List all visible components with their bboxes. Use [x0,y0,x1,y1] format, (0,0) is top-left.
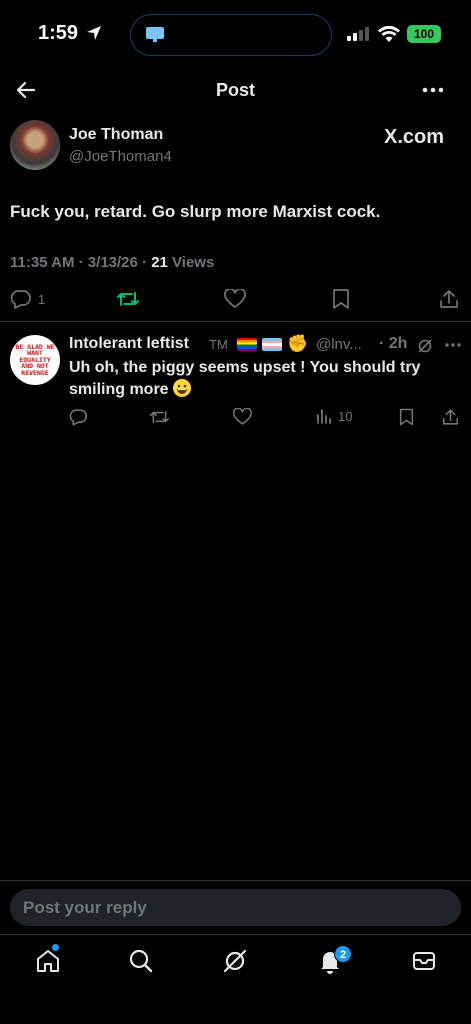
more-options-icon[interactable] [422,82,444,98]
cellular-signal-icon [347,27,369,41]
avatar-slogan: BE GLAD WE WANT EQUALITY AND NOT REVENGE [15,342,55,377]
trans-flag-icon [262,338,282,351]
home-unread-dot [52,944,59,951]
dynamic-island[interactable] [130,14,332,56]
rainbow-flag-icon [237,338,257,351]
reply-more-icon[interactable] [444,342,462,348]
repost-action[interactable] [116,289,140,309]
status-time: 1:59 [38,22,79,44]
trademark-label: TM [209,337,228,352]
reply-author-handle[interactable]: @lnv... [316,336,362,353]
author-avatar[interactable] [10,120,60,170]
status-bar: 1:59 100 [0,0,471,70]
share-icon [442,409,459,425]
raised-fist-icon: ✊ [287,334,309,353]
reply-action[interactable]: 1 [10,289,45,309]
repost-icon [117,292,139,306]
search-icon[interactable] [127,947,155,975]
bookmark-icon [333,289,349,309]
composer-divider [0,880,471,881]
reply-input[interactable]: Post your reply [10,889,461,926]
bottom-tab-bar: 2 [0,934,471,1024]
reply-header: Intolerant leftist TM ✊ @lnv... · 2h [69,334,464,357]
author-handle[interactable]: @JoeThoman4 [69,148,172,165]
post-text: Fuck you, retard. Go slurp more Marxist … [10,202,381,221]
location-arrow-icon [87,26,101,40]
reply-share-action[interactable] [442,408,459,426]
grok-icon[interactable] [221,947,249,975]
reply-icon [10,290,31,309]
reply-views-action[interactable]: 10 [316,408,352,424]
reply-text-body: Uh oh, the piggy seems upset ! You shoul… [69,359,421,398]
heart-icon [224,289,246,308]
views-count[interactable]: 21 [151,254,168,271]
reply-icon [69,409,88,426]
reply-text: Uh oh, the piggy seems upset ! You shoul… [69,357,459,401]
grinning-face-icon [173,379,192,397]
bookmark-icon [399,408,414,426]
share-icon [440,290,458,308]
reply-bookmark-action[interactable] [399,408,414,426]
source-label: X.com [384,126,445,148]
reply-reply-action[interactable] [69,408,88,426]
post-timestamp: 11:35 AM · 3/13/26 · [10,254,152,271]
views-label: Views [167,254,215,271]
reply-time: · 2h [379,335,408,352]
reply-count: 1 [38,291,46,307]
heart-icon [233,408,252,425]
reply-like-action[interactable] [233,408,252,426]
share-action[interactable] [439,289,459,309]
messages-mail-icon[interactable] [410,947,438,975]
post-meta: 11:35 AM · 3/13/26 · 21 Views [10,254,214,271]
post-header: Post [0,70,471,110]
grok-icon[interactable] [417,338,433,354]
page-title: Post [215,80,255,100]
repost-icon [149,410,170,424]
notifications-badge: 2 [334,945,352,963]
reply-input-placeholder: Post your reply [23,898,147,917]
home-icon[interactable] [34,947,62,975]
bookmark-action[interactable] [332,289,350,309]
views-chart-icon [317,409,331,424]
author-name[interactable]: Joe Thoman [69,126,163,144]
post-actions: 1 [0,286,471,312]
reply-repost-action[interactable] [149,408,170,426]
post-divider [0,321,471,322]
wifi-icon [378,25,400,42]
reply-author-name[interactable]: Intolerant leftist [69,335,189,353]
reply-author-avatar[interactable]: BE GLAD WE WANT EQUALITY AND NOT REVENGE [10,335,60,385]
reply-views-count: 10 [338,408,353,424]
reply-actions: 10 [0,406,471,428]
battery-indicator: 100 [407,25,441,43]
like-action[interactable] [224,289,246,309]
display-icon [146,27,164,42]
